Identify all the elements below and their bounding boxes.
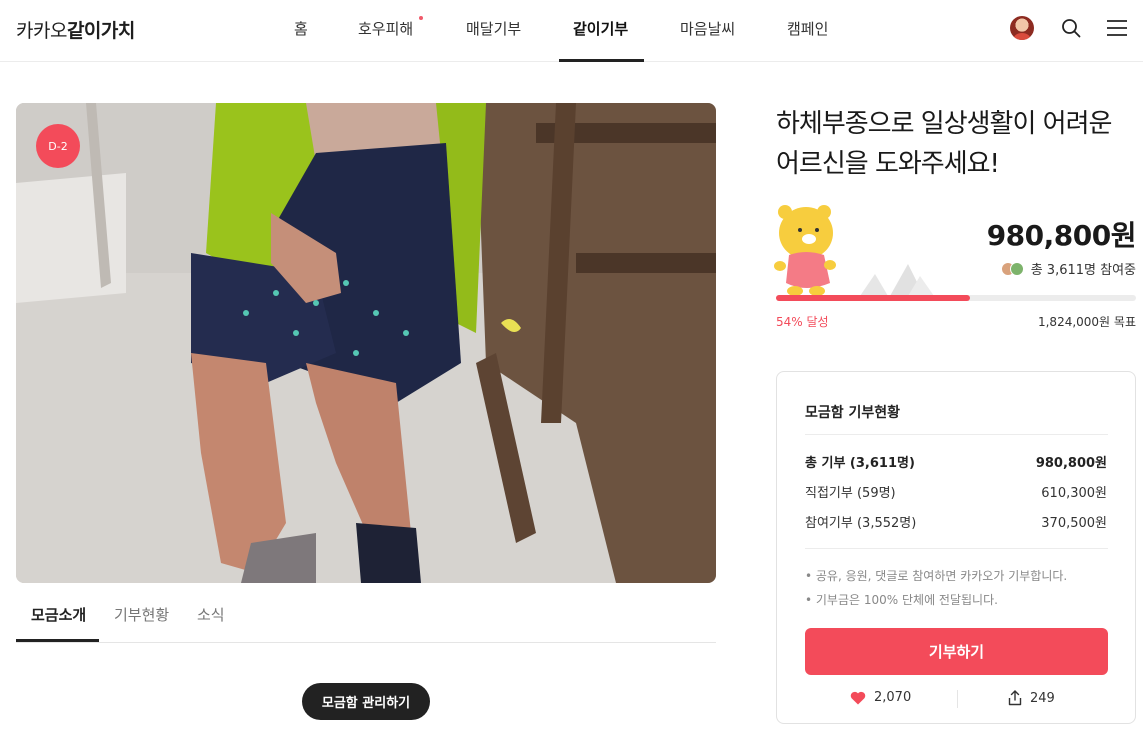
card-title: 모금함 기부현황 [805,405,901,421]
nav-item-campaign[interactable]: 캠페인 [787,18,828,39]
logo-text-light: 카카오 [16,20,67,42]
progress-bar-fill [776,295,971,301]
participant-avatars [1000,261,1024,276]
mountain-decoration [860,264,934,296]
nav-item-home[interactable]: 홈 [294,18,308,39]
like-count: 2,070 [874,690,912,705]
like-button[interactable]: 2,070 [850,690,911,705]
info-note: • 기부금은 100% 단체에 전달됩니다. [805,593,998,607]
campaign-title: 하체부종으로 일상생활이 어려운 어르신을 도와주세요! [776,109,1112,179]
direct-donation-value: 610,300원 [1041,486,1107,501]
stat-divider [957,690,958,708]
total-donation-label: 총 기부 (3,611명) [805,456,915,471]
raised-amount: 980,800원 [986,219,1137,252]
active-nav-underline [559,59,644,62]
menu-icon[interactable] [1105,16,1129,40]
nav-item-monthly-donation[interactable]: 매달기부 [466,18,521,39]
kakao-gachi-logo[interactable]: 카카오같이가치 [16,16,135,43]
hero-photo-illustration [16,103,716,583]
share-button[interactable]: 249 [1008,690,1055,706]
active-tab-underline [16,639,99,642]
goal-amount: 1,824,000원 목표 [1037,315,1136,329]
participation-donation-value: 370,500원 [1041,516,1107,531]
top-header: 카카오같이가치 홈 호우피해 매달기부 같이기부 마음날씨 캠페인 [0,0,1143,62]
divider [805,548,1108,549]
d-day-badge: D-2 [36,124,80,168]
logo-text-bold: 같이가치 [66,20,135,42]
direct-donation-label: 직접기부 (59명) [805,486,896,501]
share-icon [1008,690,1022,706]
manage-fundraiser-button[interactable]: 모금함 관리하기 [302,683,430,720]
total-donation-value: 980,800원 [1035,456,1107,471]
tab-news[interactable]: 소식 [197,604,225,625]
ryan-character-illustration [772,203,902,299]
info-note: • 공유, 응원, 댓글로 참여하면 카카오가 기부합니다. [805,569,1068,583]
tab-donation-status[interactable]: 기부현황 [114,604,169,625]
content-tabs: 모금소개 기부현황 소식 [16,593,716,643]
divider [805,434,1108,435]
donate-button[interactable]: 기부하기 [805,628,1108,675]
participants-text: 총 3,611명 참여중 [1030,263,1136,278]
participant-avatar [1009,261,1024,276]
nav-item-mind-weather[interactable]: 마음날씨 [680,18,735,39]
participants-count: 총 3,611명 참여중 [1000,259,1136,278]
nav-item-flood-relief[interactable]: 호우피해 [358,18,413,39]
progress-bar [776,295,1136,301]
share-count: 249 [1030,690,1055,706]
participation-donation-label: 참여기부 (3,552명) [805,516,917,531]
search-icon[interactable] [1059,16,1083,40]
donation-status-card: 모금함 기부현황 총 기부 (3,611명) 980,800원 직접기부 (59… [776,371,1136,724]
user-avatar[interactable] [1010,16,1034,40]
campaign-hero-image: D-2 [16,103,716,583]
new-indicator-dot [419,16,423,20]
nav-item-together-donation[interactable]: 같이기부 [573,18,628,39]
heart-icon [850,691,866,704]
tab-introduction[interactable]: 모금소개 [31,604,86,625]
achievement-rate: 54% 달성 [776,315,829,329]
